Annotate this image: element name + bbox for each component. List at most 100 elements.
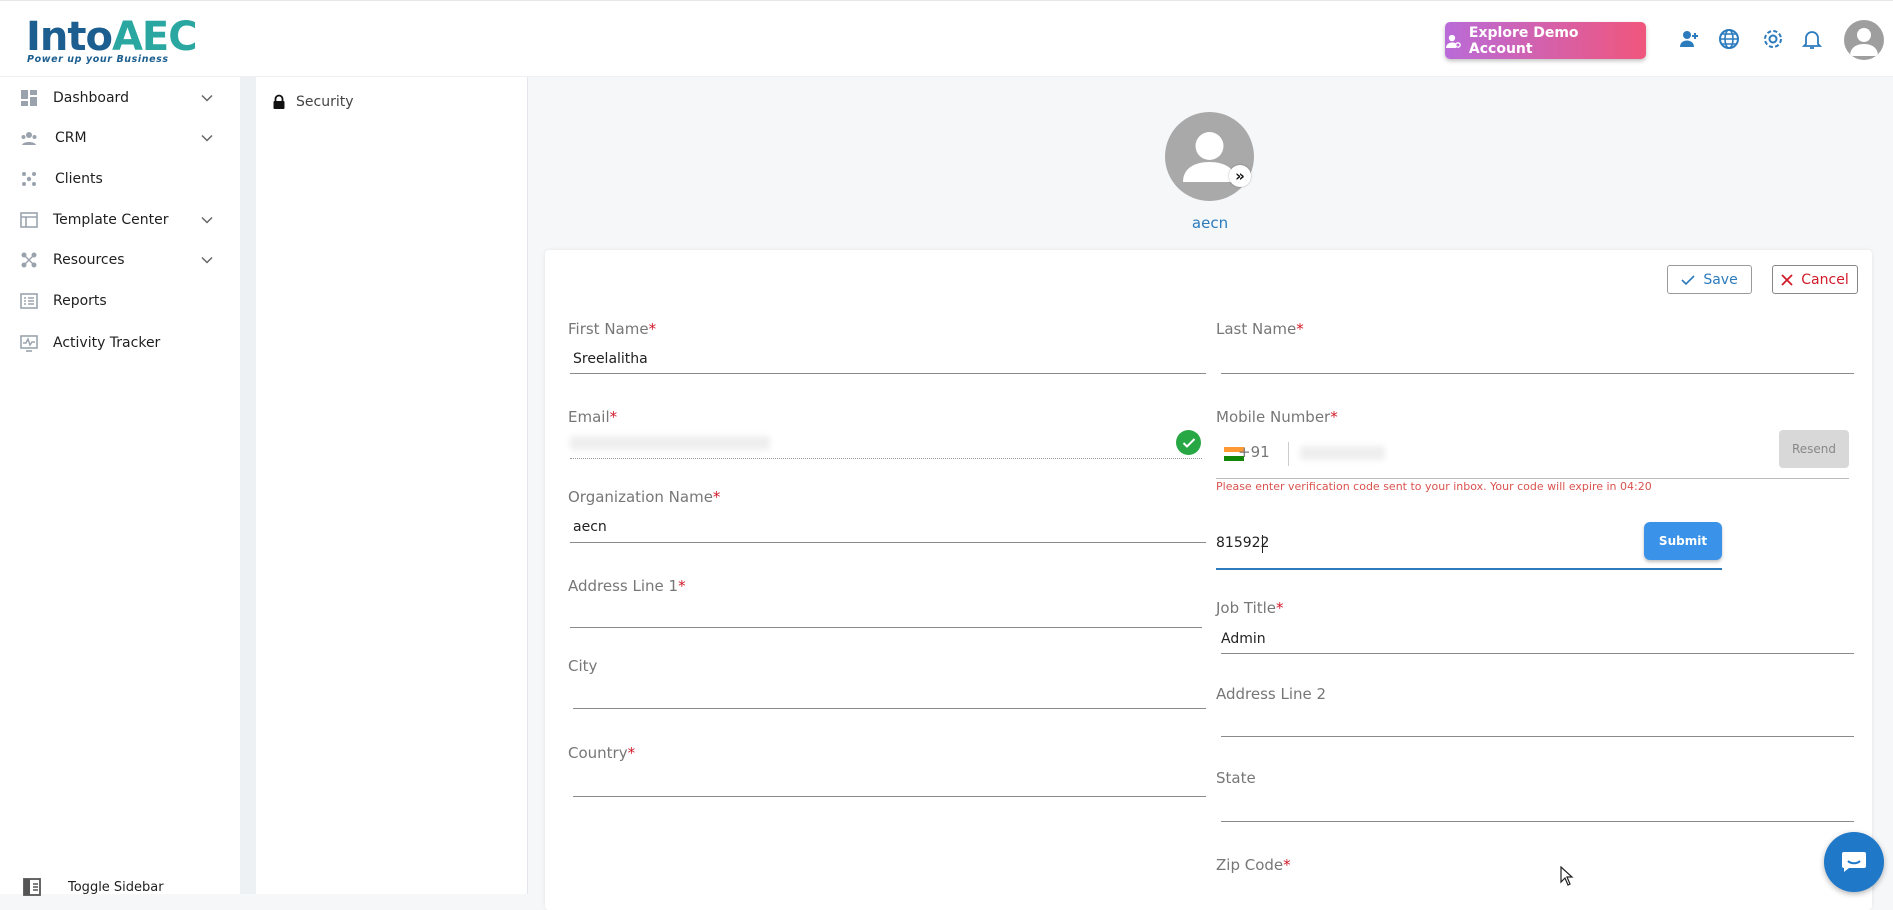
chevron-down-icon <box>201 256 213 264</box>
first-name-underline <box>570 373 1206 374</box>
required-mark: * <box>712 488 721 506</box>
country-label: Country* <box>568 744 635 762</box>
chat-widget-button[interactable] <box>1824 832 1884 892</box>
logo-wordmark: IntoAEC <box>26 17 198 57</box>
close-icon <box>1781 273 1793 286</box>
otp-message: Please enter verification code sent to y… <box>1216 480 1652 493</box>
sidebar-item-label: CRM <box>55 130 87 146</box>
sidebar-item-crm[interactable]: CRM <box>0 118 240 158</box>
country-label-text: Country <box>568 744 628 762</box>
sidebar-item-resources[interactable]: Resources <box>0 240 240 280</box>
state-input[interactable] <box>1221 821 1854 822</box>
first-name-label: First Name* <box>568 320 656 338</box>
last-name-label-text: Last Name <box>1216 320 1297 338</box>
sidebar-item-label: Clients <box>55 171 103 187</box>
reports-icon <box>20 293 38 309</box>
required-mark: * <box>627 744 636 762</box>
sidebar-toggle-icon <box>23 878 41 896</box>
save-label: Save <box>1703 271 1738 288</box>
settings-subnav: Security <box>256 77 528 894</box>
address2-label-text: Address Line 2 <box>1216 685 1327 703</box>
text-caret <box>1262 535 1263 553</box>
sidebar-item-activity-tracker[interactable]: Activity Tracker <box>0 323 240 363</box>
address1-label-text: Address Line 1 <box>568 577 679 595</box>
sidebar-item-label: Reports <box>53 293 107 309</box>
activity-icon <box>20 335 38 352</box>
cancel-button[interactable]: Cancel <box>1772 265 1858 294</box>
toggle-sidebar-label: Toggle Sidebar <box>68 879 164 895</box>
submit-otp-button[interactable]: Submit <box>1644 522 1722 560</box>
change-photo-icon[interactable]: » <box>1229 165 1251 187</box>
email-label-text: Email <box>568 408 610 426</box>
country-input[interactable] <box>573 796 1206 797</box>
avatar-icon <box>1183 132 1236 182</box>
required-mark: * <box>678 577 686 595</box>
sidebar-gutter <box>240 77 256 894</box>
email-input[interactable] <box>570 436 770 450</box>
address2-input[interactable] <box>1221 736 1854 737</box>
profile-name: aecn <box>1191 214 1229 232</box>
organization-label: Organization Name* <box>568 488 720 506</box>
organization-underline <box>570 542 1206 543</box>
job-title-underline <box>1221 653 1854 654</box>
sidebar-item-dashboard[interactable]: Dashboard <box>0 78 240 118</box>
last-name-label: Last Name* <box>1216 320 1304 338</box>
city-input[interactable] <box>573 708 1206 709</box>
city-label-text: City <box>568 657 598 675</box>
subnav-item-security[interactable]: Security <box>272 87 354 117</box>
required-mark: * <box>1330 408 1338 426</box>
sidebar-item-label: Template Center <box>53 212 169 228</box>
logo-tagline: Power up your Business <box>27 54 169 65</box>
bell-icon[interactable] <box>1798 25 1826 53</box>
last-name-input[interactable] <box>1221 373 1854 374</box>
country-code[interactable]: +91 <box>1238 443 1270 461</box>
sidebar-item-clients[interactable]: Clients <box>0 159 240 199</box>
first-name-label-text: First Name <box>568 320 649 338</box>
lock-icon <box>273 94 285 109</box>
mouse-cursor-icon <box>1560 866 1574 886</box>
job-title-label: Job Title* <box>1216 599 1284 617</box>
user-avatar-icon[interactable] <box>1844 20 1884 60</box>
state-label-text: State <box>1216 769 1256 787</box>
explore-demo-button[interactable]: Explore Demo Account <box>1445 22 1646 59</box>
chevron-down-icon <box>201 216 213 224</box>
sidebar-item-label: Activity Tracker <box>53 335 161 351</box>
user-cog-icon <box>1445 34 1461 48</box>
job-title-label-text: Job Title <box>1216 599 1277 617</box>
mobile-underline <box>1216 478 1849 479</box>
globe-icon[interactable] <box>1715 25 1743 53</box>
gear-icon[interactable] <box>1759 25 1787 53</box>
resources-icon <box>21 252 37 268</box>
organization-input[interactable]: aecn <box>573 519 607 535</box>
sidebar-item-label: Dashboard <box>53 90 129 106</box>
chevron-down-icon <box>201 134 213 142</box>
mobile-label-text: Mobile Number <box>1216 408 1331 426</box>
sidebar-item-reports[interactable]: Reports <box>0 281 240 321</box>
address2-label: Address Line 2 <box>1216 685 1326 703</box>
required-mark: * <box>648 320 657 338</box>
email-label: Email* <box>568 408 617 426</box>
resend-button[interactable]: Resend <box>1779 430 1849 468</box>
mobile-label: Mobile Number* <box>1216 408 1338 426</box>
sidebar-item-template-center[interactable]: Template Center <box>0 200 240 240</box>
chat-icon <box>1842 852 1866 872</box>
state-label: State <box>1216 769 1256 787</box>
toggle-sidebar-button[interactable]: Toggle Sidebar <box>0 867 240 907</box>
country-code-divider <box>1288 442 1289 466</box>
address1-input[interactable] <box>570 627 1202 628</box>
first-name-input[interactable]: Sreelalitha <box>573 351 648 367</box>
job-title-input[interactable]: Admin <box>1221 631 1266 647</box>
profile-avatar[interactable] <box>1165 112 1254 201</box>
sidebar: Dashboard CRM Clients Template Center Re… <box>0 77 240 896</box>
email-underline <box>570 458 1202 459</box>
zip-label: Zip Code* <box>1216 856 1291 874</box>
city-label: City <box>568 657 597 675</box>
mobile-input[interactable] <box>1300 446 1385 460</box>
check-icon <box>1681 274 1695 285</box>
required-mark: * <box>609 408 618 426</box>
save-button[interactable]: Save <box>1667 265 1752 294</box>
logo[interactable]: IntoAEC Power up your Business <box>26 9 198 67</box>
organization-label-text: Organization Name <box>568 488 713 506</box>
add-user-icon[interactable] <box>1675 25 1703 53</box>
crm-icon <box>21 132 37 145</box>
